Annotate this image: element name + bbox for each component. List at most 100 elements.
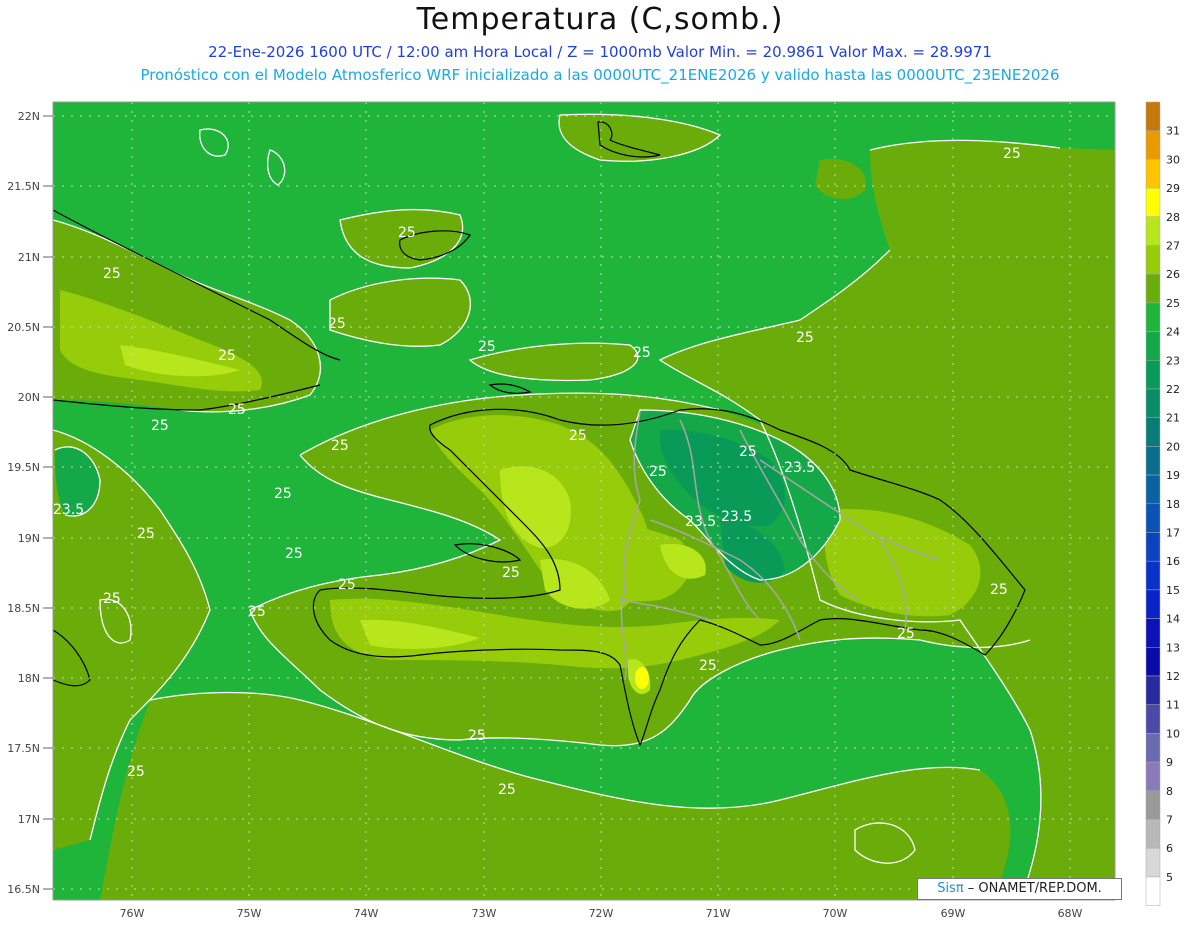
agency-label: – ONAMET/REP.DOM.: [963, 881, 1102, 896]
contour-label: 25: [569, 428, 587, 444]
color-bar-swatch: [1145, 589, 1161, 619]
color-bar-label: 21: [1166, 412, 1180, 425]
contour-label: 25: [103, 266, 121, 282]
lat-label: 19N: [18, 532, 40, 545]
lat-label: 21N: [18, 251, 40, 264]
color-bar-label: 11: [1166, 699, 1180, 712]
color-bar-swatch: [1145, 417, 1161, 447]
color-bar-label: 6: [1166, 842, 1173, 855]
lon-label: 71W: [706, 907, 731, 920]
contour-label: 23.5: [721, 509, 752, 525]
color-bar-label: 14: [1166, 613, 1180, 626]
lon-label: 73W: [472, 907, 497, 920]
contour-label: 25: [468, 728, 486, 744]
contour-label: 25: [338, 577, 356, 593]
temperature-map: 25 25 25 25 25 25 25 25 25 25 25 25 25 2…: [7, 101, 1180, 920]
color-bar-swatch: [1145, 159, 1161, 189]
color-bar-label: 9: [1166, 756, 1173, 769]
color-bar-label: 20: [1166, 440, 1180, 453]
color-bar-label: 26: [1166, 268, 1180, 281]
color-bar-swatch: [1145, 560, 1161, 591]
color-bar-label: 24: [1166, 326, 1180, 339]
color-bar-label: 13: [1166, 641, 1180, 654]
color-bar-swatch: [1145, 245, 1161, 275]
map-subtitle-time: 22-Ene-2026 1600 UTC / 12:00 am Hora Loc…: [208, 43, 992, 61]
contour-label: 25: [228, 402, 246, 418]
color-bar-label: 10: [1166, 727, 1180, 740]
lon-label: 69W: [941, 907, 966, 920]
color-bar-label: 19: [1166, 469, 1180, 482]
color-bar-label: 31: [1166, 125, 1180, 138]
contour-label: 25: [137, 526, 155, 542]
color-bar-swatch: [1145, 388, 1161, 418]
color-bar-label: 18: [1166, 498, 1180, 511]
map-subtitle-model: Pronóstico con el Modelo Atmosferico WRF…: [140, 66, 1060, 84]
color-bar-swatch: [1145, 733, 1161, 763]
color-bar-swatch: [1145, 446, 1161, 476]
contour-label: 25: [897, 626, 915, 642]
contour-label: 25: [498, 782, 516, 798]
contour-label: 25: [127, 764, 145, 780]
longitude-labels: 76W 75W 74W 73W 72W 71W 70W 69W 68W: [120, 907, 1083, 920]
color-bar-label: 12: [1166, 670, 1180, 683]
lon-label: 70W: [823, 907, 848, 920]
color-bar-swatch: [1145, 503, 1161, 533]
contour-label: 25: [331, 438, 349, 454]
lon-label: 76W: [120, 907, 145, 920]
color-bar-label: 8: [1166, 785, 1173, 798]
lat-label: 22N: [18, 110, 40, 123]
lat-label: 21.5N: [7, 180, 40, 193]
color-bar: 31 30 29 28 27 26 25 24 23 22 21 20 19 18 17 16 15 14 13 12…: [1145, 101, 1180, 906]
color-bar-swatch: [1145, 532, 1161, 562]
lat-label: 19.5N: [7, 461, 40, 474]
color-bar-label: 17: [1166, 527, 1180, 540]
contour-label: 23.5: [685, 514, 716, 530]
contour-label: 25: [151, 418, 169, 434]
color-bar-swatch: [1145, 704, 1161, 734]
color-bar-swatch: [1145, 101, 1161, 131]
color-bar-swatch: [1145, 360, 1161, 390]
color-bar-swatch: [1145, 847, 1161, 878]
color-bar-swatch: [1145, 819, 1161, 849]
contour-label: 25: [328, 316, 346, 332]
contour-label: 23.5: [53, 502, 84, 518]
color-bar-swatch: [1145, 273, 1161, 304]
color-bar-label: 29: [1166, 182, 1180, 195]
contour-label: 25: [699, 658, 717, 674]
contour-label: 25: [633, 345, 651, 361]
contour-label: 25: [990, 582, 1008, 598]
contour-label: 25: [103, 591, 121, 607]
lat-label: 20N: [18, 391, 40, 404]
lat-label: 20.5N: [7, 321, 40, 334]
color-bar-swatch: [1145, 216, 1161, 246]
color-bar-swatch: [1145, 647, 1161, 677]
contour-label: 25: [218, 348, 236, 364]
contour-label: 25: [649, 464, 667, 480]
color-bar-swatch: [1145, 130, 1161, 160]
lat-label: 18N: [18, 672, 40, 685]
color-bar-label: 30: [1166, 153, 1180, 166]
color-bar-label: 5: [1166, 871, 1173, 884]
contour-label: 25: [796, 330, 814, 346]
contour-label: 25: [398, 225, 416, 241]
credit-badge: Sisπ – ONAMET/REP.DOM.: [917, 878, 1122, 900]
color-bar-label: 27: [1166, 240, 1180, 253]
contour-label: 25: [739, 444, 757, 460]
lat-label: 18.5N: [7, 602, 40, 615]
color-bar-swatch: [1145, 790, 1161, 820]
color-bar-swatch: [1145, 876, 1161, 906]
color-bar-swatch: [1145, 761, 1161, 792]
lon-label: 72W: [589, 907, 614, 920]
map-title: Temperatura (C,somb.): [416, 2, 784, 37]
contour-label: 23.5: [784, 460, 815, 476]
sis-logo: Sisπ: [937, 881, 964, 896]
contour-label: 25: [502, 565, 520, 581]
color-bar-label: 22: [1166, 383, 1180, 396]
lon-label: 74W: [354, 907, 379, 920]
color-bar-swatch: [1145, 331, 1161, 361]
color-bar-label: 23: [1166, 354, 1180, 367]
field-28-spot: [635, 667, 649, 689]
contour-label: 25: [248, 604, 266, 620]
color-bar-swatch: [1145, 302, 1161, 332]
color-bar-swatch: [1145, 675, 1161, 705]
